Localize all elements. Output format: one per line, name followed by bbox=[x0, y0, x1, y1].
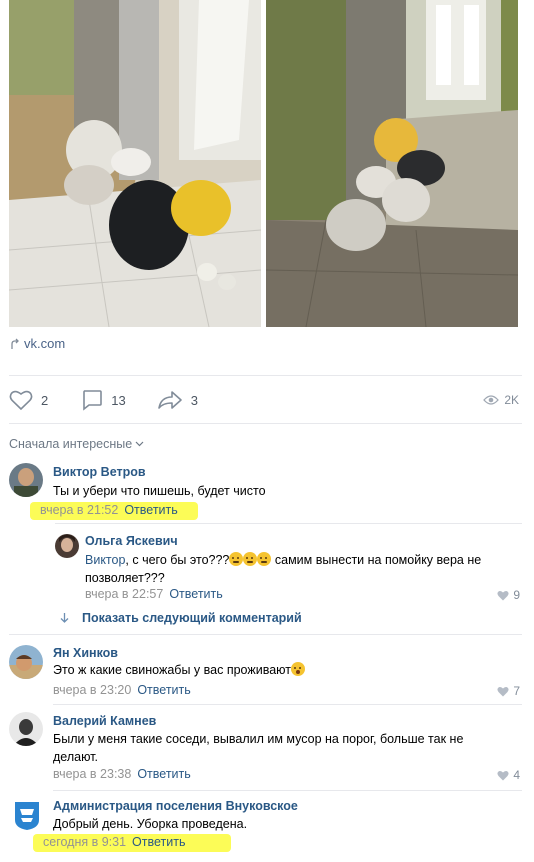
comment-author[interactable]: Виктор Ветров bbox=[53, 465, 146, 479]
comment-author[interactable]: Администрация поселения Внуковское bbox=[53, 799, 298, 813]
views-counter: 2K bbox=[483, 393, 519, 407]
comment-count: 13 bbox=[111, 392, 126, 408]
share-count: 3 bbox=[190, 392, 198, 408]
share-icon bbox=[157, 391, 182, 409]
post-photo-2[interactable] bbox=[266, 0, 518, 327]
thinking-emoji-icon bbox=[229, 552, 244, 566]
thinking-emoji-icon bbox=[243, 552, 258, 566]
comment-author[interactable]: Ян Хинков bbox=[53, 646, 118, 660]
comment-item: Администрация поселения Внуковское Добры… bbox=[9, 798, 520, 858]
comment-icon bbox=[83, 390, 103, 411]
reply-button[interactable]: Ответить bbox=[132, 835, 185, 849]
avatar[interactable] bbox=[55, 534, 79, 558]
divider bbox=[53, 704, 522, 705]
comment-text: Ты и убери что пишешь, будет чисто bbox=[53, 484, 266, 498]
post-source-link[interactable]: vk.com bbox=[10, 336, 65, 351]
divider bbox=[9, 634, 522, 635]
comment-item: Виктор Ветров Ты и убери что пишешь, буд… bbox=[9, 463, 520, 523]
comment-meta: сегодня в 9:31 Ответить bbox=[43, 835, 185, 849]
comment-meta: вчера в 23:20 Ответить bbox=[53, 683, 191, 697]
comment-text-part: Это ж какие свиножабы у вас проживают bbox=[53, 663, 291, 677]
comment-text: Добрый день. Уборка проведена. bbox=[53, 817, 248, 831]
like-count: 2 bbox=[41, 392, 49, 408]
link-arrow-icon bbox=[11, 338, 19, 349]
reply-button[interactable]: Ответить bbox=[137, 683, 190, 697]
comment-like-button[interactable]: 7 bbox=[497, 684, 520, 698]
divider bbox=[53, 790, 522, 791]
like-count: 4 bbox=[513, 768, 520, 782]
chevron-down-icon bbox=[135, 441, 144, 447]
post-photo-1[interactable] bbox=[9, 0, 261, 327]
avatar[interactable] bbox=[9, 645, 43, 679]
eye-icon bbox=[483, 395, 500, 405]
thinking-emoji-icon bbox=[257, 552, 272, 566]
comment-text: Виктор, с чего бы это??? самим вынести н… bbox=[85, 551, 520, 587]
comment-item: Ян Хинков Это ж какие свиножабы у вас пр… bbox=[9, 645, 520, 705]
comment-time[interactable]: вчера в 22:57 bbox=[85, 587, 163, 601]
reply-button[interactable]: Ответить bbox=[137, 767, 190, 781]
heart-icon bbox=[497, 770, 509, 780]
flushed-emoji-icon bbox=[290, 662, 305, 676]
arrow-down-icon bbox=[60, 613, 69, 623]
like-button[interactable]: 2 bbox=[9, 389, 48, 411]
heart-icon bbox=[497, 590, 509, 600]
comment-author[interactable]: Ольга Яскевич bbox=[85, 534, 178, 548]
reply-button[interactable]: Ответить bbox=[124, 503, 177, 517]
avatar[interactable] bbox=[15, 802, 39, 830]
comment-like-button[interactable]: 9 bbox=[497, 588, 520, 602]
comment-item: Валерий Камнев Были у меня такие соседи,… bbox=[9, 712, 520, 787]
sort-label: Сначала интересные bbox=[9, 437, 133, 451]
heart-icon bbox=[9, 390, 33, 411]
comment-time[interactable]: сегодня в 9:31 bbox=[43, 835, 126, 849]
comment-meta: вчера в 22:57 Ответить bbox=[85, 587, 223, 601]
post-photos bbox=[9, 0, 518, 327]
avatar[interactable] bbox=[9, 712, 43, 746]
heart-icon bbox=[497, 686, 509, 696]
comment-button[interactable]: 13 bbox=[81, 389, 126, 411]
divider bbox=[9, 375, 522, 376]
comment-text: Были у меня такие соседи, вывалил им мус… bbox=[53, 732, 464, 764]
comment-time[interactable]: вчера в 23:20 bbox=[53, 683, 131, 697]
comment-text-part: , с чего бы это??? bbox=[125, 553, 230, 567]
show-next-comment-button[interactable]: Показать следующий комментарий bbox=[60, 611, 302, 625]
views-count: 2K bbox=[504, 393, 519, 407]
share-button[interactable]: 3 bbox=[157, 389, 198, 411]
comment-text: Это ж какие свиножабы у вас проживают bbox=[53, 661, 493, 679]
comments-sort-dropdown[interactable]: Сначала интересные bbox=[9, 437, 144, 451]
mention-link[interactable]: Виктор bbox=[85, 553, 125, 567]
link-label: vk.com bbox=[24, 336, 66, 351]
avatar[interactable] bbox=[9, 463, 43, 497]
reply-button[interactable]: Ответить bbox=[169, 587, 222, 601]
show-more-label: Показать следующий комментарий bbox=[82, 611, 302, 625]
like-count: 7 bbox=[513, 684, 520, 698]
comment-time[interactable]: вчера в 23:38 bbox=[53, 767, 131, 781]
like-count: 9 bbox=[513, 588, 520, 602]
comment-like-button[interactable]: 4 bbox=[497, 768, 520, 782]
divider bbox=[55, 523, 522, 524]
comment-author[interactable]: Валерий Камнев bbox=[53, 714, 156, 728]
comment-meta: вчера в 23:38 Ответить bbox=[53, 767, 191, 781]
comment-meta: вчера в 21:52 Ответить bbox=[40, 503, 178, 517]
comment-reply-item: Ольга Яскевич Виктор, с чего бы это??? с… bbox=[55, 534, 520, 604]
post-actions: 2 13 3 2K bbox=[9, 386, 519, 414]
divider bbox=[9, 423, 522, 424]
comment-time[interactable]: вчера в 21:52 bbox=[40, 503, 118, 517]
